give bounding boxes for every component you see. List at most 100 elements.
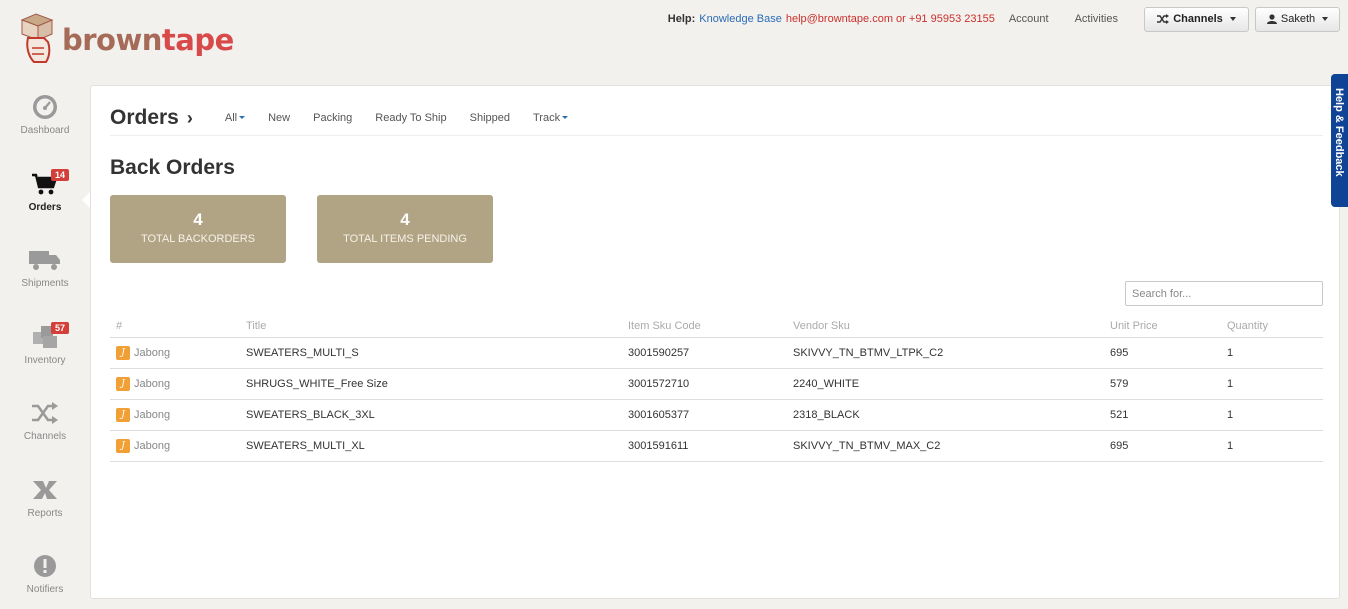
chevron-right-icon: › (186, 108, 193, 128)
column-header-quantity[interactable]: Quantity (1221, 315, 1323, 338)
activities-link[interactable]: Activities (1075, 13, 1118, 25)
tab-label: New (268, 111, 291, 124)
account-link[interactable]: Account (1009, 13, 1049, 25)
stat-label: TOTAL BACKORDERS (140, 233, 256, 245)
jabong-channel-icon: J (116, 345, 130, 360)
stat-value: 4 (400, 210, 410, 229)
table-row[interactable]: J Jabong SHRUGS_WHITE_Free Size 300157271… (110, 368, 1323, 400)
vendor-sku-cell: 2318_BLACK (787, 399, 1104, 431)
stat-label: TOTAL ITEMS PENDING (343, 233, 467, 245)
title-cell: SWEATERS_MULTI_S (240, 337, 622, 369)
sidebar-item-notifiers[interactable]: Notifiers (0, 545, 90, 609)
sidebar-item-label: Channels (23, 431, 67, 442)
sidebar-item-label: Shipments (21, 278, 69, 289)
backorders-table: # Title Item Sku Code Vendor Sku Unit Pr… (110, 315, 1323, 462)
dashboard-gauge-icon (29, 93, 61, 121)
stat-value: 4 (193, 210, 203, 229)
quantity-cell: 1 (1221, 337, 1323, 369)
item-sku-cell: 3001572710 (622, 368, 787, 400)
item-sku-cell: 3001591611 (622, 430, 787, 462)
channel-cell: J Jabong (110, 399, 240, 431)
channel-name: Jabong (134, 377, 171, 390)
sidebar-item-label: Notifiers (26, 584, 64, 595)
shuffle-icon (1157, 14, 1170, 24)
logo-hand-box-icon (20, 13, 54, 63)
quantity-cell: 1 (1221, 430, 1323, 462)
item-sku-cell: 3001590257 (622, 337, 787, 369)
jabong-channel-icon: J (116, 376, 130, 391)
truck-icon (29, 246, 61, 274)
tab-label: All (224, 111, 238, 124)
sidebar: Dashboard 14 Orders Shipments 57 Invento… (0, 86, 91, 609)
knowledge-base-link[interactable]: Knowledge Base (699, 13, 782, 25)
section-title[interactable]: Orders › (110, 106, 193, 130)
column-header-item-sku[interactable]: Item Sku Code (622, 315, 787, 338)
cart-icon: 14 (29, 168, 70, 198)
title-cell: SWEATERS_MULTI_XL (240, 430, 622, 462)
chevron-down-icon (1322, 17, 1329, 21)
item-sku-cell: 3001605377 (622, 399, 787, 431)
table-header-row: # Title Item Sku Code Vendor Sku Unit Pr… (110, 315, 1323, 338)
boxes-icon: 57 (29, 321, 70, 351)
page-title: Back Orders (110, 156, 235, 179)
jabong-channel-icon: J (116, 438, 130, 453)
table-row[interactable]: J Jabong SWEATERS_MULTI_S 3001590257 SKIV… (110, 337, 1323, 369)
sidebar-item-label: Reports (27, 507, 63, 519)
tab-shipped[interactable]: Shipped (470, 112, 510, 124)
search-input[interactable] (1125, 281, 1323, 306)
vendor-sku-cell: SKIVVY_TN_BTMV_MAX_C2 (787, 430, 1104, 462)
help-contact-link[interactable]: help@browntape.com or +91 95953 23155 (786, 13, 995, 25)
brand-logo[interactable]: browntape (16, 12, 234, 68)
sidebar-item-label: Dashboard (20, 125, 70, 136)
help-feedback-tab[interactable]: Help & Feedback (1331, 74, 1348, 207)
tab-track[interactable]: Track (533, 112, 569, 124)
table-row[interactable]: J Jabong SWEATERS_MULTI_XL 3001591611 SKI… (110, 430, 1323, 462)
main-panel: Orders › All New Packing Ready To Ship S… (90, 85, 1340, 599)
top-bar: Help: Knowledge Base help@browntape.com … (668, 6, 1340, 32)
tab-new[interactable]: New (268, 112, 290, 124)
tab-label: Shipped (469, 111, 510, 124)
inventory-count-badge: 57 (51, 321, 70, 334)
sidebar-item-label: Inventory (24, 354, 66, 366)
sidebar-item-inventory[interactable]: 57 Inventory (0, 316, 90, 393)
tab-ready-to-ship[interactable]: Ready To Ship (375, 112, 446, 124)
column-header-title[interactable]: Title (240, 315, 622, 338)
orders-count-badge: 14 (51, 168, 70, 181)
tab-label: Ready To Ship (375, 111, 447, 124)
tab-label: Packing (313, 111, 353, 124)
sidebar-item-shipments[interactable]: Shipments (0, 239, 90, 316)
vendor-sku-cell: SKIVVY_TN_BTMV_LTPK_C2 (787, 337, 1104, 369)
sidebar-item-orders[interactable]: 14 Orders (0, 163, 91, 240)
title-cell: SWEATERS_BLACK_3XL (240, 399, 622, 431)
column-header-vendor-sku[interactable]: Vendor Sku (787, 315, 1104, 338)
tab-packing[interactable]: Packing (313, 112, 352, 124)
quantity-cell: 1 (1221, 399, 1323, 431)
sidebar-item-channels[interactable]: Channels (0, 392, 90, 469)
sidebar-item-dashboard[interactable]: Dashboard (0, 86, 90, 163)
channel-name: Jabong (134, 346, 171, 359)
shuffle-icon (29, 399, 61, 427)
user-button-label: Saketh (1280, 13, 1316, 25)
chevron-down-icon (562, 116, 569, 119)
unit-price-cell: 695 (1104, 337, 1221, 369)
channels-dropdown-button[interactable]: Channels (1144, 6, 1249, 32)
column-header-unit-price[interactable]: Unit Price (1104, 315, 1221, 338)
user-dropdown-button[interactable]: Saketh (1255, 6, 1340, 32)
channels-button-label: Channels (1173, 13, 1223, 25)
channel-cell: J Jabong (110, 337, 240, 369)
logo-text: browntape (62, 23, 234, 57)
subnav-tabs: All New Packing Ready To Ship Shipped Tr… (225, 112, 591, 124)
unit-price-cell: 695 (1104, 430, 1221, 462)
stat-card-total-backorders[interactable]: 4 TOTAL BACKORDERS (110, 195, 286, 263)
channel-cell: J Jabong (110, 368, 240, 400)
channel-name: Jabong (134, 408, 171, 421)
table-row[interactable]: J Jabong SWEATERS_BLACK_3XL 3001605377 23… (110, 399, 1323, 431)
orders-subnav: Orders › All New Packing Ready To Ship S… (110, 100, 1323, 136)
tab-all[interactable]: All (224, 111, 246, 124)
help-label: Help: (667, 13, 696, 25)
sidebar-item-reports[interactable]: Reports (0, 469, 90, 546)
column-header-number[interactable]: # (110, 315, 240, 338)
chevron-down-icon (239, 116, 246, 119)
stat-card-total-items-pending[interactable]: 4 TOTAL ITEMS PENDING (317, 195, 493, 263)
channel-cell: J Jabong (110, 430, 240, 462)
